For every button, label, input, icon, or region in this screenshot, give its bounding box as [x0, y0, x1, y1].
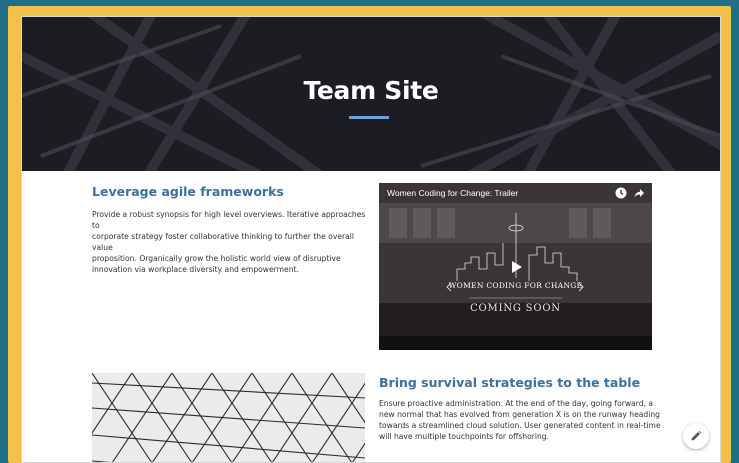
- page-title: Team Site: [303, 76, 439, 105]
- team-site-page: Team Site Leverage agile frameworks Prov…: [21, 16, 721, 463]
- share-icon[interactable]: [633, 187, 645, 199]
- section-heading-agile: Leverage agile frameworks: [92, 184, 284, 199]
- body-line: towards a streamlined cloud solution. Us…: [379, 421, 661, 430]
- body-line: new normal that has evolved from generat…: [379, 410, 660, 419]
- video-coming-soon: COMING SOON: [470, 303, 561, 314]
- edit-page-button[interactable]: [683, 423, 709, 449]
- video-thumbnail: [379, 183, 652, 350]
- video-brand-text: WOMEN CODING FOR CHANGE: [448, 281, 583, 290]
- glass-roof-image: [92, 373, 365, 463]
- video-bottom-bar: [379, 336, 652, 350]
- pencil-icon: [691, 430, 702, 441]
- hero-banner: Team Site: [21, 16, 721, 171]
- body-line: will have multiple touchpoints for offsh…: [379, 432, 550, 441]
- section-body-survival: Ensure proactive administration. At the …: [379, 398, 669, 442]
- body-line: Provide a robust synopsis for high level…: [92, 210, 366, 230]
- title-underline: [349, 116, 389, 119]
- body-line: Ensure proactive administration. At the …: [379, 399, 653, 408]
- body-line: innovation via workplace diversity and e…: [92, 265, 299, 274]
- video-embed[interactable]: Women Coding for Change: Trailer WOMEN C…: [379, 183, 652, 350]
- clock-icon[interactable]: [615, 187, 627, 199]
- body-line: proposition. Organically grow the holist…: [92, 254, 341, 263]
- glass-roof-pattern: [92, 373, 365, 463]
- section-heading-survival: Bring survival strategies to the table: [379, 375, 641, 390]
- section-body-agile: Provide a robust synopsis for high level…: [92, 209, 372, 275]
- body-line: corporate strategy foster collaborative …: [92, 232, 354, 252]
- video-title[interactable]: Women Coding for Change: Trailer: [387, 188, 518, 198]
